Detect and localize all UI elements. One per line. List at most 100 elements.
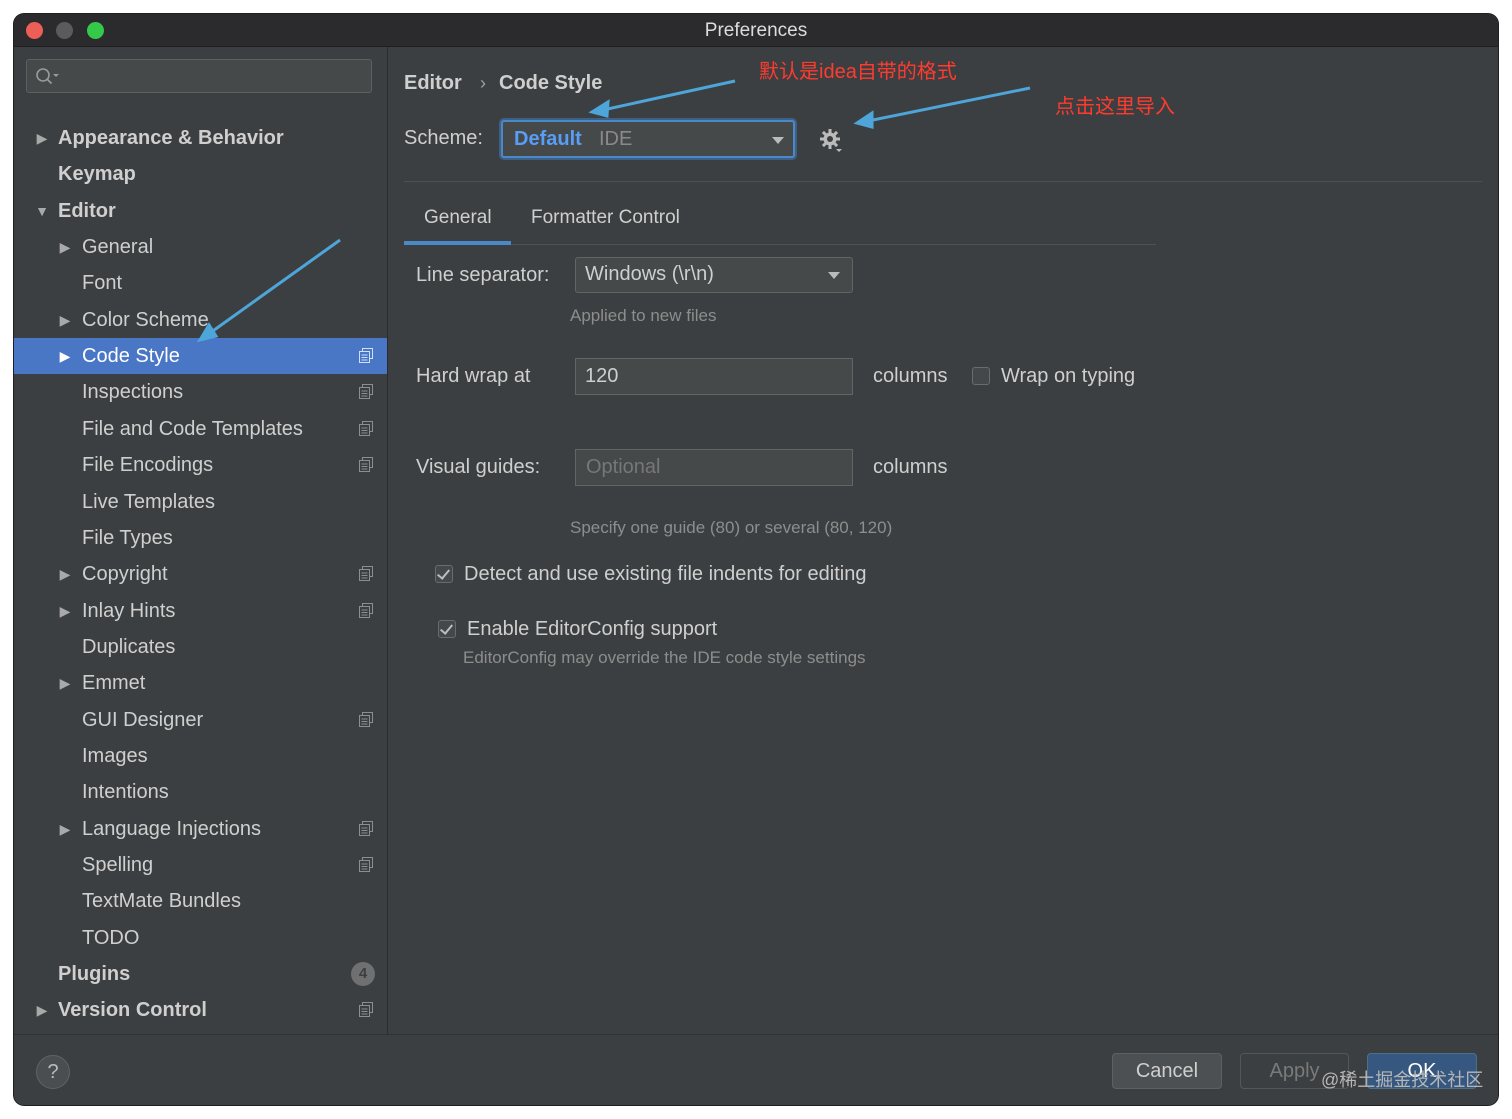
sidebar-item-label: Inlay Hints [82, 600, 176, 622]
sidebar-item-appearance-behavior[interactable]: ▶ Appearance & Behavior [14, 120, 387, 156]
sidebar-item-label: Intentions [82, 781, 169, 803]
project-settings-icon [359, 348, 373, 363]
project-settings-icon [359, 603, 373, 618]
collapsed-arrow-icon[interactable]: ▶ [57, 556, 73, 592]
sidebar-item-label: Editor [58, 200, 116, 222]
project-settings-icon [359, 857, 373, 872]
sidebar-item-copyright[interactable]: ▶ Copyright [14, 556, 387, 592]
sidebar-item-label: Version Control [58, 999, 207, 1021]
checkmark-icon [439, 621, 454, 635]
collapsed-arrow-icon[interactable]: ▶ [57, 811, 73, 847]
sidebar-item-label: Live Templates [82, 491, 216, 513]
gear-icon[interactable] [818, 127, 844, 155]
hard-wrap-label: Hard wrap at [416, 365, 531, 387]
sidebar-item-label: Font [82, 272, 123, 294]
wrap-on-typing-label[interactable]: Wrap on typing [1001, 365, 1135, 388]
sidebar-item-label: Copyright [82, 563, 168, 585]
collapsed-arrow-icon[interactable]: ▶ [34, 120, 50, 156]
collapsed-arrow-icon[interactable]: ▶ [57, 229, 73, 265]
chevron-down-icon [828, 272, 840, 279]
collapsed-arrow-icon[interactable]: ▶ [57, 593, 73, 629]
sidebar-item-label: Spelling [82, 854, 154, 876]
sidebar-item-file-and-code-templates[interactable]: File and Code Templates [14, 411, 387, 447]
hard-wrap-input[interactable]: 120 [575, 358, 853, 395]
sidebar-item-label: Inspections [82, 381, 184, 403]
sidebar-item-label: Code Style [82, 345, 180, 367]
chevron-down-icon [772, 137, 784, 144]
watermark: @稀土掘金技术社区 [1321, 1070, 1484, 1090]
sidebar-item-label: File Encodings [82, 454, 214, 476]
sidebar-item-plugins[interactable]: Plugins 4 [14, 956, 387, 992]
hard-wrap-unit: columns [873, 365, 948, 387]
help-button[interactable]: ? [36, 1055, 70, 1089]
breadcrumb-separator: › [480, 73, 486, 93]
sidebar-item-label: Duplicates [82, 636, 176, 658]
project-settings-icon [359, 821, 373, 836]
sidebar-item-live-templates[interactable]: Live Templates [14, 484, 387, 520]
scheme-label: Scheme: [404, 127, 483, 149]
sidebar-item-label: GUI Designer [82, 709, 204, 731]
tab-formatter-control[interactable]: Formatter Control [531, 207, 680, 229]
sidebar-item-label: Keymap [58, 163, 136, 185]
visual-guides-hint: Specify one guide (80) or several (80, 1… [570, 518, 893, 537]
collapsed-arrow-icon[interactable]: ▶ [57, 665, 73, 701]
sidebar-item-inspections[interactable]: Inspections [14, 374, 387, 410]
detect-indents-checkbox[interactable] [435, 565, 453, 583]
tab-general[interactable]: General [424, 207, 492, 229]
sidebar-item-color-scheme[interactable]: ▶ Color Scheme [14, 302, 387, 338]
settings-search-input[interactable] [26, 59, 372, 93]
annotation-default-note: 默认是idea自带的格式 [759, 61, 957, 83]
window-title: Preferences [704, 20, 808, 41]
tabs-divider [404, 244, 1156, 245]
collapsed-arrow-icon[interactable]: ▶ [57, 302, 73, 338]
collapsed-arrow-icon[interactable]: ▶ [34, 992, 50, 1028]
scheme-dropdown[interactable]: Default IDE [501, 120, 795, 158]
detect-indents-label[interactable]: Detect and use existing file indents for… [464, 563, 866, 586]
visual-guides-placeholder: Optional [586, 456, 661, 478]
sidebar-item-file-types[interactable]: File Types [14, 520, 387, 556]
sidebar-item-version-control[interactable]: ▶ Version Control [14, 992, 387, 1028]
cancel-button[interactable]: Cancel [1112, 1053, 1222, 1089]
sidebar-item-file-encodings[interactable]: File Encodings [14, 447, 387, 483]
visual-guides-input[interactable]: Optional [575, 449, 853, 486]
visual-guides-unit: columns [873, 456, 948, 478]
expanded-arrow-icon[interactable]: ▼ [34, 193, 50, 229]
project-settings-icon [359, 384, 373, 399]
editorconfig-checkbox[interactable] [438, 620, 456, 638]
sidebar-item-textmate-bundles[interactable]: TextMate Bundles [14, 883, 387, 919]
hard-wrap-value: 120 [585, 365, 619, 387]
active-tab-indicator [404, 241, 511, 245]
header-divider [404, 181, 1482, 182]
sidebar-item-gui-designer[interactable]: GUI Designer [14, 702, 387, 738]
sidebar-item-label: Color Scheme [82, 309, 209, 331]
sidebar-item-label: File and Code Templates [82, 418, 303, 440]
collapsed-arrow-icon[interactable]: ▶ [57, 338, 73, 374]
sidebar-item-intentions[interactable]: Intentions [14, 774, 387, 810]
sidebar-item-font[interactable]: Font [14, 265, 387, 301]
annotation-import-note: 点击这里导入 [1055, 96, 1175, 118]
sidebar-item-inlay-hints[interactable]: ▶ Inlay Hints [14, 593, 387, 629]
sidebar-item-emmet[interactable]: ▶ Emmet [14, 665, 387, 701]
settings-sidebar: ▶ Appearance & Behavior Keymap ▼ Editor ▶ Gene… [14, 47, 388, 1034]
wrap-on-typing-checkbox[interactable] [972, 367, 990, 385]
sidebar-item-language-injections[interactable]: ▶ Language Injections [14, 811, 387, 847]
sidebar-item-keymap[interactable]: Keymap [14, 156, 387, 192]
sidebar-item-label: Language Injections [82, 818, 262, 840]
project-settings-icon [359, 457, 373, 472]
sidebar-item-spelling[interactable]: Spelling [14, 847, 387, 883]
sidebar-item-todo[interactable]: TODO [14, 920, 387, 956]
plugins-update-badge: 4 [351, 962, 375, 986]
sidebar-item-code-style[interactable]: ▶ Code Style [14, 338, 387, 374]
breadcrumb-editor[interactable]: Editor [404, 72, 462, 95]
scheme-name: Default [514, 128, 582, 150]
sidebar-item-general[interactable]: ▶ General [14, 229, 387, 265]
project-settings-icon [359, 712, 373, 727]
editorconfig-label[interactable]: Enable EditorConfig support [467, 618, 717, 641]
sidebar-item-images[interactable]: Images [14, 738, 387, 774]
sidebar-item-duplicates[interactable]: Duplicates [14, 629, 387, 665]
line-separator-dropdown[interactable]: Windows (\r\n) [575, 257, 853, 293]
sidebar-item-label: Plugins [58, 963, 131, 985]
sidebar-item-editor[interactable]: ▼ Editor [14, 193, 387, 229]
project-settings-icon [359, 1002, 373, 1017]
title-bar: Preferences [14, 14, 1498, 47]
